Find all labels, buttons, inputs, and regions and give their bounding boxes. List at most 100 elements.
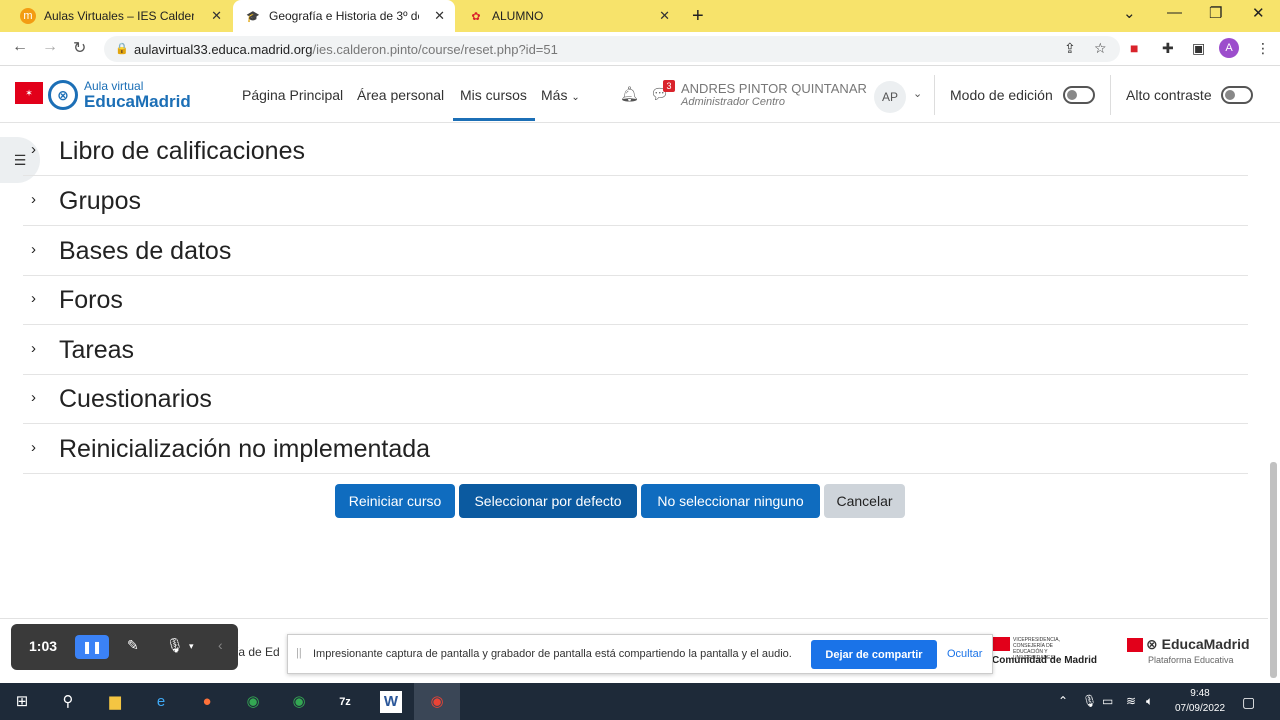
tab-aulas-virtuales[interactable]: m Aulas Virtuales – IES Calderón de ✕ <box>8 0 232 32</box>
chrome-profile-icon[interactable]: ◉ <box>288 691 310 713</box>
section-title: Foros <box>59 286 123 314</box>
section-reinicializacion[interactable]: › Reinicialización no implementada <box>23 424 1248 474</box>
bookmark-star-icon[interactable]: ☆ <box>1094 40 1107 57</box>
stop-sharing-button[interactable]: Dejar de compartir <box>811 640 937 669</box>
user-avatar[interactable]: AP <box>874 81 906 113</box>
section-title: Tareas <box>59 336 135 364</box>
profile-avatar[interactable]: A <box>1219 38 1239 58</box>
tab-search-icon[interactable]: ⌄ <box>1123 4 1136 22</box>
section-libro-calificaciones[interactable]: › Libro de calificaciones <box>23 126 1248 176</box>
new-tab-icon[interactable]: + <box>692 5 704 28</box>
extensions-puzzle-icon[interactable]: ✚ <box>1162 40 1174 57</box>
microphone-icon[interactable]: 🎙︎ <box>166 637 184 654</box>
edit-mode-label: Modo de edición <box>950 87 1053 103</box>
battery-icon[interactable]: ▭ <box>1102 694 1113 708</box>
moodle-icon: m <box>20 8 36 24</box>
section-bases-datos[interactable]: › Bases de datos <box>23 226 1248 276</box>
volume-icon[interactable]: 🔈︎ <box>1146 694 1153 709</box>
browser-tab-strip: m Aulas Virtuales – IES Calderón de ✕ 🎓 … <box>0 0 1280 32</box>
windows-start-icon[interactable]: ⊞ <box>11 691 33 713</box>
clock-date: 07/09/2022 <box>1174 703 1226 714</box>
taskbar-clock[interactable]: 9:48 07/09/2022 <box>1168 686 1232 716</box>
tray-chevron-icon[interactable]: ⌃ <box>1058 694 1068 708</box>
section-grupos[interactable]: › Grupos <box>23 176 1248 226</box>
side-panel-icon[interactable]: ▣ <box>1192 40 1205 57</box>
footer-text: ría de Ed <box>231 645 280 659</box>
nav-pagina-principal[interactable]: Página Principal <box>242 87 343 103</box>
firefox-icon[interactable]: ● <box>196 691 218 713</box>
notifications-icon[interactable]: ▢ <box>1242 694 1255 711</box>
minimize-icon[interactable]: — <box>1167 4 1182 21</box>
reset-course-button[interactable]: Reiniciar curso <box>335 484 455 518</box>
microphone-tray-icon[interactable]: 🎙︎ <box>1082 694 1097 708</box>
hide-link[interactable]: Ocultar <box>947 648 982 660</box>
collapse-icon[interactable]: ‹ <box>218 637 223 653</box>
comunidad-madrid-flag-icon <box>992 637 1010 651</box>
contrast-label: Alto contraste <box>1126 87 1212 103</box>
restore-icon[interactable]: ❐ <box>1209 4 1222 22</box>
share-icon[interactable]: ⇪ <box>1064 40 1076 57</box>
chrome-icon[interactable]: ◉ <box>242 691 264 713</box>
user-name: ANDRES PINTOR QUINTANAR <box>681 81 867 96</box>
internet-explorer-icon[interactable]: e <box>150 691 172 713</box>
close-window-icon[interactable]: ✕ <box>1252 4 1265 22</box>
nav-mas[interactable]: Más ⌄ <box>541 87 580 103</box>
select-none-button[interactable]: No seleccionar ninguno <box>641 484 820 518</box>
recording-time: 1:03 <box>29 638 58 654</box>
tab-geografia[interactable]: 🎓 Geografía e Historia de 3º de ESO ✕ <box>233 0 455 32</box>
mic-dropdown-icon[interactable]: ▾ <box>189 641 194 652</box>
close-tab-icon[interactable]: ✕ <box>659 8 670 24</box>
clock-time: 9:48 <box>1190 688 1210 699</box>
back-icon[interactable]: ← <box>12 38 28 56</box>
drag-handle-icon[interactable]: || <box>296 647 302 659</box>
tab-alumno[interactable]: ✿ ALUMNO ✕ <box>456 0 680 32</box>
section-foros[interactable]: › Foros <box>23 275 1248 325</box>
chevron-right-icon: › <box>31 141 36 158</box>
file-explorer-icon[interactable]: ▆ <box>104 691 126 713</box>
educamadrid-footer-subtitle: Plataforma Educativa <box>1148 655 1234 665</box>
section-title: Bases de datos <box>59 237 232 265</box>
share-message: Impresionante captura de pantalla y grab… <box>313 648 792 660</box>
close-tab-icon[interactable]: ✕ <box>434 8 445 24</box>
select-default-button[interactable]: Seleccionar por defecto <box>459 484 637 518</box>
user-menu-chevron-icon[interactable]: ⌄ <box>913 87 922 100</box>
cancel-button[interactable]: Cancelar <box>824 484 905 518</box>
wifi-icon[interactable]: ≋ <box>1126 694 1136 708</box>
page-scrollbar[interactable] <box>1270 462 1277 678</box>
screen-share-notification: || Impresionante captura de pantalla y g… <box>287 634 993 674</box>
educamadrid-footer-logo[interactable]: ⊗ EducaMadrid <box>1146 636 1250 653</box>
user-role: Administrador Centro <box>681 96 785 108</box>
section-cuestionarios[interactable]: › Cuestionarios <box>23 374 1248 424</box>
section-tareas[interactable]: › Tareas <box>23 325 1248 375</box>
search-icon[interactable]: ⚲ <box>57 691 79 713</box>
bell-icon[interactable]: 🔔︎ <box>620 85 639 103</box>
screen-recorder-widget: 1:03 ❚❚ ✎ 🎙︎ ▾ ‹ <box>11 624 238 670</box>
7zip-icon[interactable]: 7z <box>334 691 356 713</box>
logo-subtitle: Aula virtual <box>84 79 144 93</box>
chevron-right-icon: › <box>31 340 36 357</box>
contrast-toggle[interactable] <box>1221 86 1253 104</box>
huawei-icon: ✿ <box>471 10 481 23</box>
divider <box>1110 75 1111 115</box>
section-title: Cuestionarios <box>59 385 212 413</box>
word-icon[interactable]: W <box>380 691 402 713</box>
logo-title[interactable]: EducaMadrid <box>84 92 191 112</box>
divider <box>934 75 935 115</box>
educamadrid-logo-icon[interactable]: ⊗ <box>48 80 78 110</box>
draw-icon[interactable]: ✎ <box>127 637 139 654</box>
nav-area-personal[interactable]: Área personal <box>357 87 444 103</box>
pause-icon[interactable]: ❚❚ <box>75 635 109 659</box>
chrome-active-icon[interactable]: ◉ <box>426 691 448 713</box>
recorder-extension-icon[interactable]: ■ <box>1130 40 1138 56</box>
browser-menu-icon[interactable]: ⋮ <box>1256 40 1270 57</box>
chevron-right-icon: › <box>31 439 36 456</box>
chevron-right-icon: › <box>31 191 36 208</box>
chevron-right-icon: › <box>31 290 36 307</box>
forward-icon[interactable]: → <box>42 38 58 56</box>
chevron-right-icon: › <box>31 389 36 406</box>
edit-mode-toggle[interactable] <box>1063 86 1095 104</box>
nav-mis-cursos[interactable]: Mis cursos <box>453 87 535 121</box>
address-bar[interactable]: 🔒 aulavirtual33.educa.madrid.org/ies.cal… <box>104 36 1120 62</box>
close-tab-icon[interactable]: ✕ <box>211 8 222 24</box>
reload-icon[interactable]: ↻ <box>73 38 86 58</box>
